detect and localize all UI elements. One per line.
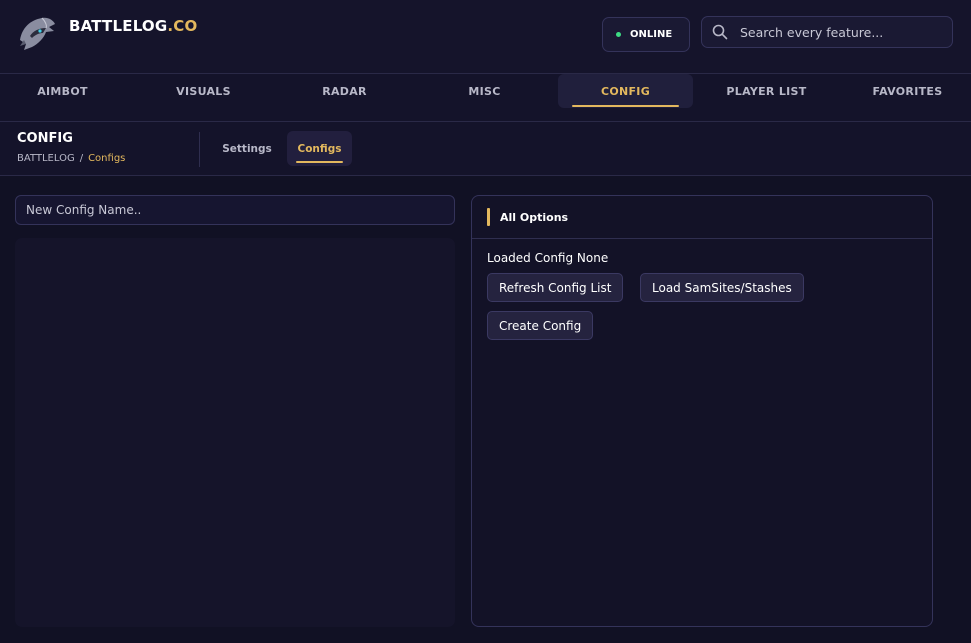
tab-radar[interactable]: RADAR: [277, 74, 412, 108]
search-box[interactable]: [701, 16, 953, 48]
panel-accent-bar: [487, 208, 490, 226]
brand-name: BATTLELOG.CO: [69, 17, 198, 35]
tab-player-list[interactable]: PLAYER LIST: [699, 74, 834, 108]
breadcrumb-separator: /: [79, 153, 84, 164]
loaded-config-label: Loaded Config None: [487, 251, 609, 265]
subheader-divider: [199, 132, 200, 167]
subtab-settings[interactable]: Settings: [213, 131, 281, 166]
status-dot: [616, 32, 621, 37]
tab-aimbot[interactable]: AIMBOT: [0, 74, 130, 108]
load-samsites-stashes-button[interactable]: Load SamSites/Stashes: [640, 273, 804, 302]
panel-header: All Options: [472, 196, 932, 239]
tab-misc[interactable]: MISC: [417, 74, 552, 108]
config-list[interactable]: [15, 238, 455, 627]
breadcrumb-root[interactable]: BATTLELOG: [17, 153, 75, 164]
tab-favorites[interactable]: FAVORITES: [840, 74, 971, 108]
all-options-panel: All Options Loaded Config None Refresh C…: [471, 195, 933, 627]
search-icon: [712, 24, 728, 40]
page-title: CONFIG: [17, 131, 73, 146]
app-header: BATTLELOG.CO ONLINE: [0, 0, 971, 73]
panel-title: All Options: [500, 210, 569, 224]
breadcrumb: BATTLELOG / Configs: [17, 153, 125, 164]
search-input[interactable]: [740, 24, 930, 40]
create-config-button[interactable]: Create Config: [487, 311, 594, 340]
status-label: ONLINE: [630, 29, 673, 40]
refresh-config-list-button[interactable]: Refresh Config List: [487, 273, 624, 302]
main-nav: AIMBOT VISUALS RADAR MISC CONFIG PLAYER …: [0, 73, 971, 122]
status-badge: ONLINE: [602, 17, 690, 52]
breadcrumb-current: Configs: [88, 153, 126, 164]
new-config-name-input[interactable]: [15, 195, 455, 225]
page-subheader: CONFIG BATTLELOG / Configs Settings Config…: [0, 122, 971, 176]
subtab-configs[interactable]: Configs: [287, 131, 352, 166]
tab-visuals[interactable]: VISUALS: [136, 74, 271, 108]
knight-helmet-logo: [20, 17, 55, 51]
tab-config[interactable]: CONFIG: [558, 74, 693, 108]
